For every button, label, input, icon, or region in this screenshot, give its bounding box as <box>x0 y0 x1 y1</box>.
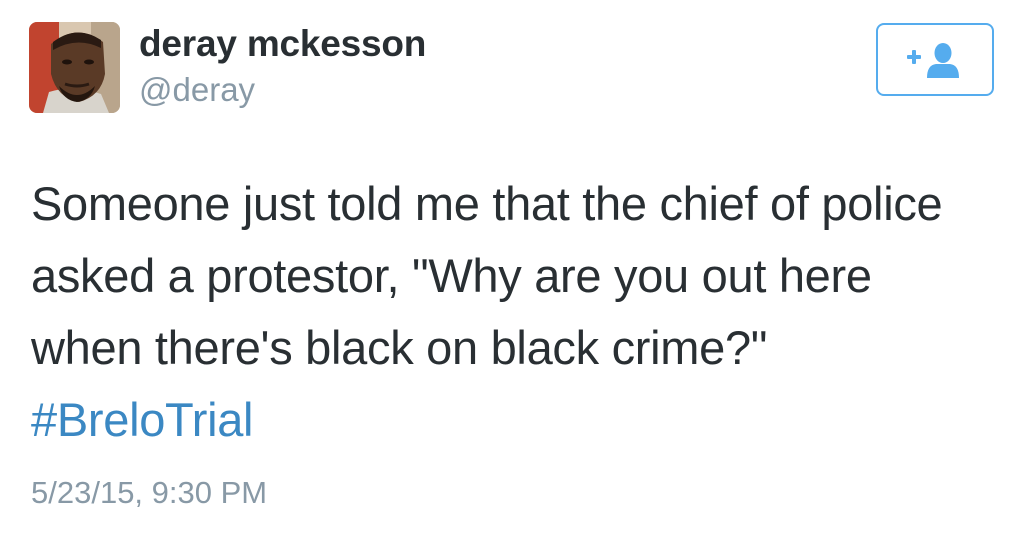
add-user-icon <box>907 42 959 78</box>
avatar[interactable] <box>29 22 120 113</box>
display-name[interactable]: deray mckesson <box>139 22 426 66</box>
avatar-photo <box>29 22 120 113</box>
tweet-body: Someone just told me that the chief of p… <box>31 177 943 374</box>
timestamp[interactable]: 5/23/15, 9:30 PM <box>31 473 267 513</box>
tweet-text: Someone just told me that the chief of p… <box>31 168 991 456</box>
tweet-card: deray mckesson @deray Someone just told … <box>0 0 1024 542</box>
hashtag-link[interactable]: #BreloTrial <box>31 393 254 446</box>
user-names: deray mckesson @deray <box>139 22 426 112</box>
follow-button[interactable] <box>876 23 994 96</box>
user-handle[interactable]: @deray <box>139 68 426 112</box>
